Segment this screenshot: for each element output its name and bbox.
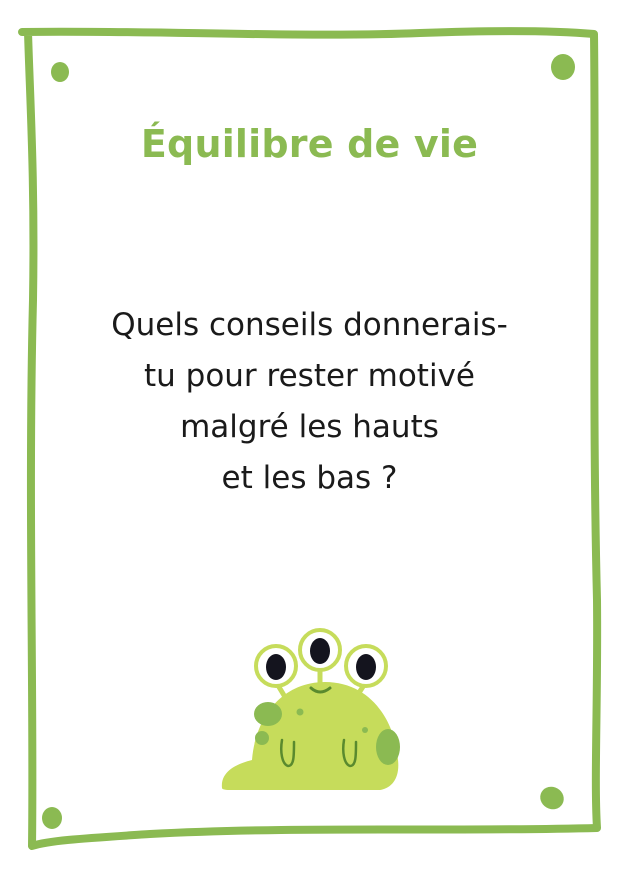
corner-dot-top-left-icon xyxy=(51,62,69,82)
monster-spot xyxy=(255,731,269,745)
question-line: malgré les hauts xyxy=(180,409,439,445)
question-line: Quels conseils donnerais- xyxy=(111,307,508,343)
corner-dot-bottom-right-icon xyxy=(540,786,564,810)
monster-spot xyxy=(254,702,282,726)
card-title: Équilibre de vie xyxy=(140,122,479,166)
eye-left-pupil xyxy=(266,654,286,680)
monster-spot xyxy=(376,729,400,765)
question-line: tu pour rester motivé xyxy=(143,358,475,394)
question-line: et les bas ? xyxy=(221,460,398,496)
eye-right-pupil xyxy=(356,654,376,680)
question-card: Équilibre de vie Quels conseils donnerai… xyxy=(0,0,619,874)
corner-dot-top-right-icon xyxy=(551,54,575,80)
monster-spot xyxy=(362,727,368,733)
monster-body xyxy=(221,682,399,790)
card-question: Quels conseils donnerais- tu pour rester… xyxy=(40,300,579,504)
eye-middle-pupil xyxy=(310,638,330,664)
corner-dot-bottom-left-icon xyxy=(42,807,62,829)
monster-spot xyxy=(296,708,304,716)
slime-monster-icon xyxy=(221,628,400,790)
